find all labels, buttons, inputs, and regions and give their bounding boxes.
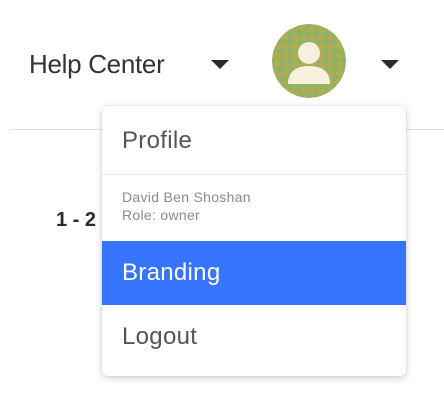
user-menu-chevron-down-icon[interactable] bbox=[381, 60, 399, 69]
help-center-link[interactable]: Help Center bbox=[29, 48, 165, 80]
user-role: Role: owner bbox=[122, 207, 201, 223]
menu-item-logout[interactable]: Logout bbox=[102, 305, 406, 371]
menu-divider bbox=[102, 174, 406, 175]
pagination-range: 1 - 2 bbox=[56, 209, 97, 231]
help-center-chevron-down-icon[interactable] bbox=[211, 60, 229, 69]
user-name: David Ben Shoshan bbox=[122, 189, 251, 205]
user-avatar[interactable] bbox=[272, 24, 346, 98]
menu-item-branding[interactable]: Branding bbox=[102, 241, 406, 305]
user-dropdown-menu: Profile David Ben Shoshan Role: owner Br… bbox=[102, 106, 406, 376]
menu-item-profile[interactable]: Profile bbox=[102, 106, 406, 174]
user-info: David Ben Shoshan Role: owner bbox=[122, 188, 251, 224]
